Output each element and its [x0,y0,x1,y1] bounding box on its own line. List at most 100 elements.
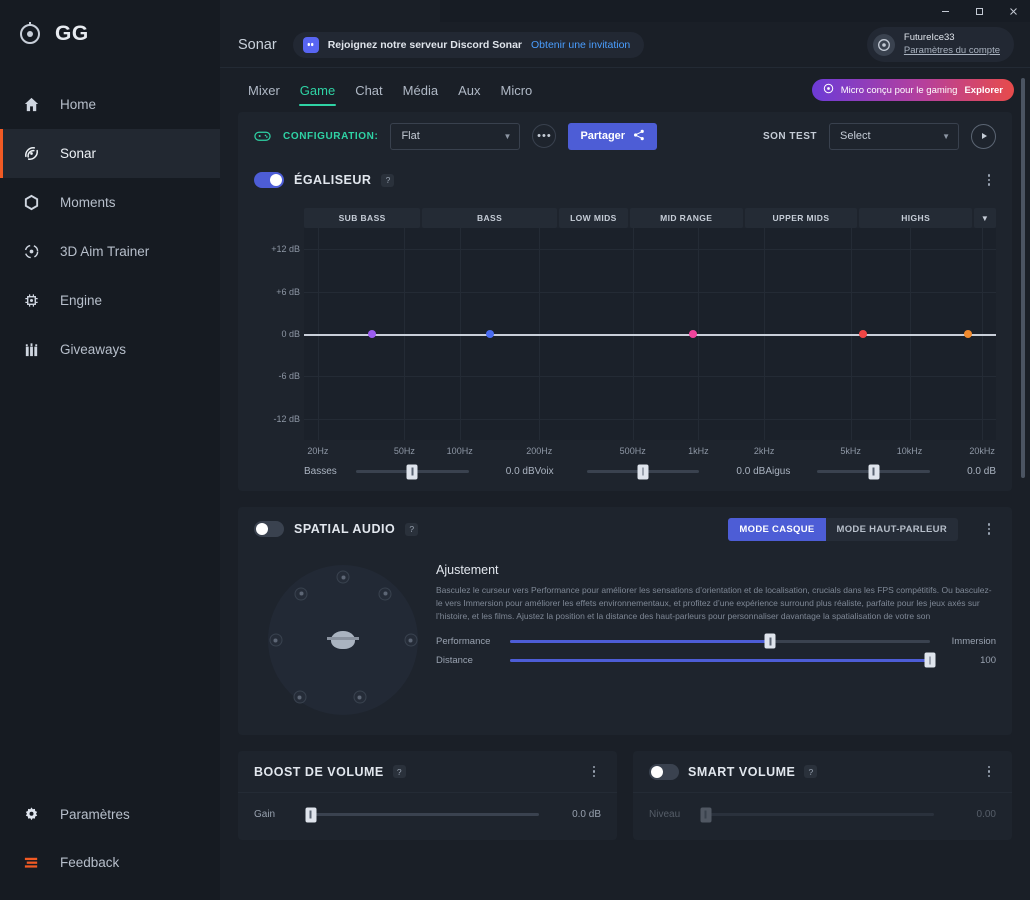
sound-test-select[interactable]: Select ▼ [829,122,959,150]
eq-control-point-1[interactable] [486,330,495,338]
eq-control-point-4[interactable] [963,330,972,338]
slider-thumb[interactable] [700,807,712,822]
gain-slider-row: Gain 0.0 dB [254,807,601,822]
mode-speaker-button[interactable]: MODE HAUT-PARLEUR [826,518,958,541]
minimize-button[interactable] [928,0,962,22]
speaker-side-right[interactable] [404,633,417,647]
equalizer-menu-button[interactable] [982,172,996,188]
eq-control-point-3[interactable] [859,330,868,338]
equalizer-chart[interactable]: +12 dB +6 dB 0 dB -6 dB -12 dB [271,228,996,440]
slider-thumb[interactable] [868,464,880,479]
speaker-rear-left[interactable] [293,690,306,704]
account-settings-link[interactable]: Paramètres du compte [904,45,1000,58]
discord-invite-link[interactable]: Obtenir une invitation [531,39,630,51]
speaker-front-center[interactable] [336,570,350,584]
equalizer-toggle[interactable] [254,172,284,188]
eq-y-tick: +6 dB [276,286,300,297]
help-icon[interactable]: ? [381,173,395,187]
slider-track[interactable] [817,464,931,479]
gaming-mic-promo-banner[interactable]: Micro conçu pour le gaming Explorer [811,79,1014,101]
scrollbar-thumb[interactable] [1021,78,1025,478]
sidebar-item-giveaways[interactable]: Giveaways [0,325,220,374]
band-low-mids[interactable]: LOW MIDS [558,208,628,228]
grid-line-h [304,291,996,293]
band-bass[interactable]: BASS [422,208,557,228]
eq-slider-aigus: Aigus 0.0 dB [765,464,996,479]
settings-scroll-area: CONFIGURATION: Flat ▼ ••• Partager SON T… [220,112,1030,900]
sidebar-item-engine[interactable]: Engine [0,276,220,325]
speaker-front-left[interactable] [294,587,308,600]
sidebar-item-home[interactable]: Home [0,80,220,129]
slider-track[interactable] [305,807,539,822]
band-sub-bass[interactable]: SUB BASS [304,208,421,228]
slider-thumb[interactable] [924,652,936,668]
sidebar-item-moments[interactable]: Moments [0,178,220,227]
band-highs[interactable]: HIGHS [859,208,973,228]
share-button[interactable]: Partager [568,122,658,150]
feedback-icon [22,853,40,871]
configuration-row: CONFIGURATION: Flat ▼ ••• Partager SON T… [238,112,1012,160]
tab-media[interactable]: Média [393,70,448,110]
tab-game[interactable]: Game [290,70,345,110]
slider-track[interactable] [510,633,930,649]
volume-boost-header: BOOST DE VOLUME ? [238,751,617,793]
sidebar-item-sonar[interactable]: Sonar [0,129,220,178]
adjustment-description: Basculez le curseur vers Performance pou… [436,585,992,622]
help-icon[interactable]: ? [804,765,818,778]
spatial-audio-menu-button[interactable] [982,521,996,537]
tab-micro[interactable]: Micro [490,70,542,110]
speaker-front-right[interactable] [378,587,392,600]
eq-control-point-2[interactable] [688,330,697,338]
frequency-band-headers: SUB BASS BASS LOW MIDS MID RANGE UPPER M… [304,208,997,228]
promo-cta[interactable]: Explorer [964,85,1003,96]
tab-aux[interactable]: Aux [448,70,490,110]
mode-headphone-button[interactable]: MODE CASQUE [728,517,826,541]
preset-select[interactable]: Flat ▼ [390,122,521,150]
eq-x-tick: 100Hz [446,446,473,456]
slider-track[interactable] [356,464,469,479]
help-icon[interactable]: ? [405,522,419,536]
help-icon[interactable]: ? [392,765,406,778]
volume-boost-menu-button[interactable] [587,764,601,780]
band-upper-mids[interactable]: UPPER MIDS [744,208,858,228]
smart-volume-menu-button[interactable] [982,764,996,780]
speaker-rear-right[interactable] [353,690,366,704]
gain-label: Gain [254,809,276,820]
level-value: 0.00 [976,809,996,820]
slider-track[interactable] [700,807,934,822]
window-titlebar [440,0,1030,22]
preset-more-button[interactable]: ••• [532,124,557,148]
smart-volume-toggle[interactable] [649,763,679,780]
slider-track[interactable] [586,464,700,479]
brand-label: GG [55,22,89,45]
speaker-position-diagram[interactable] [268,565,418,715]
slider-thumb[interactable] [764,633,776,649]
account-widget[interactable]: FutureIce33 Paramètres du compte [866,26,1014,63]
sidebar-item-settings[interactable]: Paramètres [0,790,220,838]
tab-chat[interactable]: Chat [345,70,392,110]
sidebar-bottom-nav: Paramètres Feedback [0,790,220,900]
slider-thumb[interactable] [305,807,317,822]
sound-test-value: Select [840,130,871,142]
band-expand-button[interactable]: ▼ [974,208,997,228]
scrollbar[interactable] [1021,78,1025,898]
sound-test-label: SON TEST [762,130,817,142]
sidebar-item-feedback[interactable]: Feedback [0,838,220,886]
close-button[interactable] [996,0,1030,22]
tab-mixer[interactable]: Mixer [238,70,290,110]
slider-label: Basses [304,466,337,477]
eq-control-point-0[interactable] [367,330,376,338]
discord-banner[interactable]: Rejoignez notre serveur Discord Sonar Ob… [292,31,645,58]
speaker-side-left[interactable] [269,633,282,647]
slider-track[interactable] [510,652,936,668]
slider-thumb[interactable] [637,464,649,479]
sidebar-item-3d-aim-trainer[interactable]: 3D Aim Trainer [0,227,220,276]
slider-thumb[interactable] [406,464,418,479]
play-test-sound-button[interactable] [971,123,996,149]
chip-icon [22,292,40,310]
band-mid-range[interactable]: MID RANGE [629,208,743,228]
maximize-button[interactable] [962,0,996,22]
share-icon [633,129,645,144]
smart-volume-panel: SMART VOLUME ? Niveau 0.00 [633,751,1012,840]
spatial-audio-toggle[interactable] [254,521,284,537]
